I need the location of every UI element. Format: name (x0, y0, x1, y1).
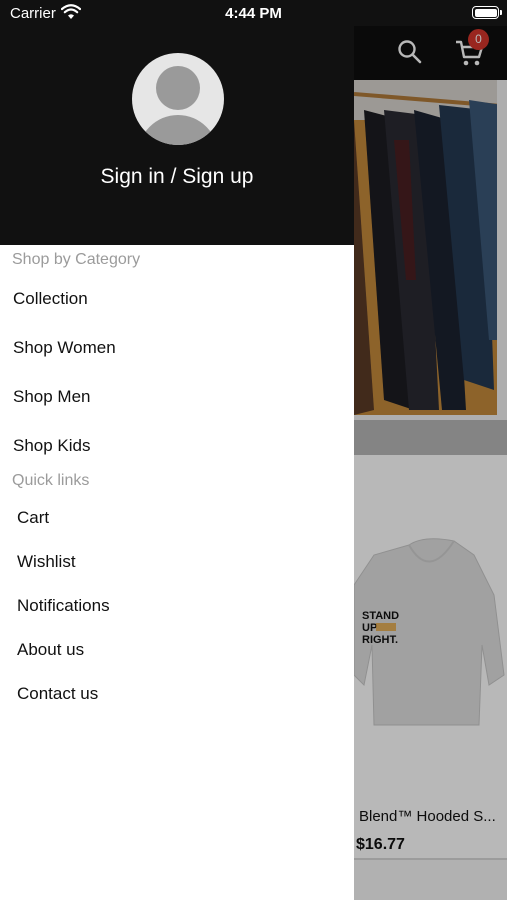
avatar-icon[interactable] (132, 53, 224, 145)
drawer-scrim[interactable] (354, 0, 507, 900)
shop-by-category-title: Shop by Category (12, 251, 141, 268)
menu-item-wishlist[interactable]: Wishlist (17, 552, 76, 572)
status-time: 4:44 PM (225, 5, 282, 22)
menu-item-shop-women[interactable]: Shop Women (13, 338, 116, 358)
menu-item-cart[interactable]: Cart (17, 508, 49, 528)
menu-item-shop-men[interactable]: Shop Men (13, 387, 91, 407)
quick-links-title: Quick links (12, 472, 90, 489)
menu-item-contact-us[interactable]: Contact us (17, 684, 98, 704)
battery-icon (472, 6, 499, 19)
menu-item-notifications[interactable]: Notifications (17, 596, 110, 616)
sign-in-link[interactable]: Sign in / Sign up (0, 165, 354, 189)
status-bar: Carrier 4:44 PM (0, 0, 507, 26)
menu-item-about-us[interactable]: About us (17, 640, 84, 660)
side-drawer: Sign in / Sign up Shop by Category Colle… (0, 0, 354, 900)
battery-tip (500, 10, 502, 15)
drawer-header: Sign in / Sign up (0, 0, 354, 245)
menu-item-shop-kids[interactable]: Shop Kids (13, 436, 91, 456)
menu-item-collection[interactable]: Collection (13, 289, 88, 309)
